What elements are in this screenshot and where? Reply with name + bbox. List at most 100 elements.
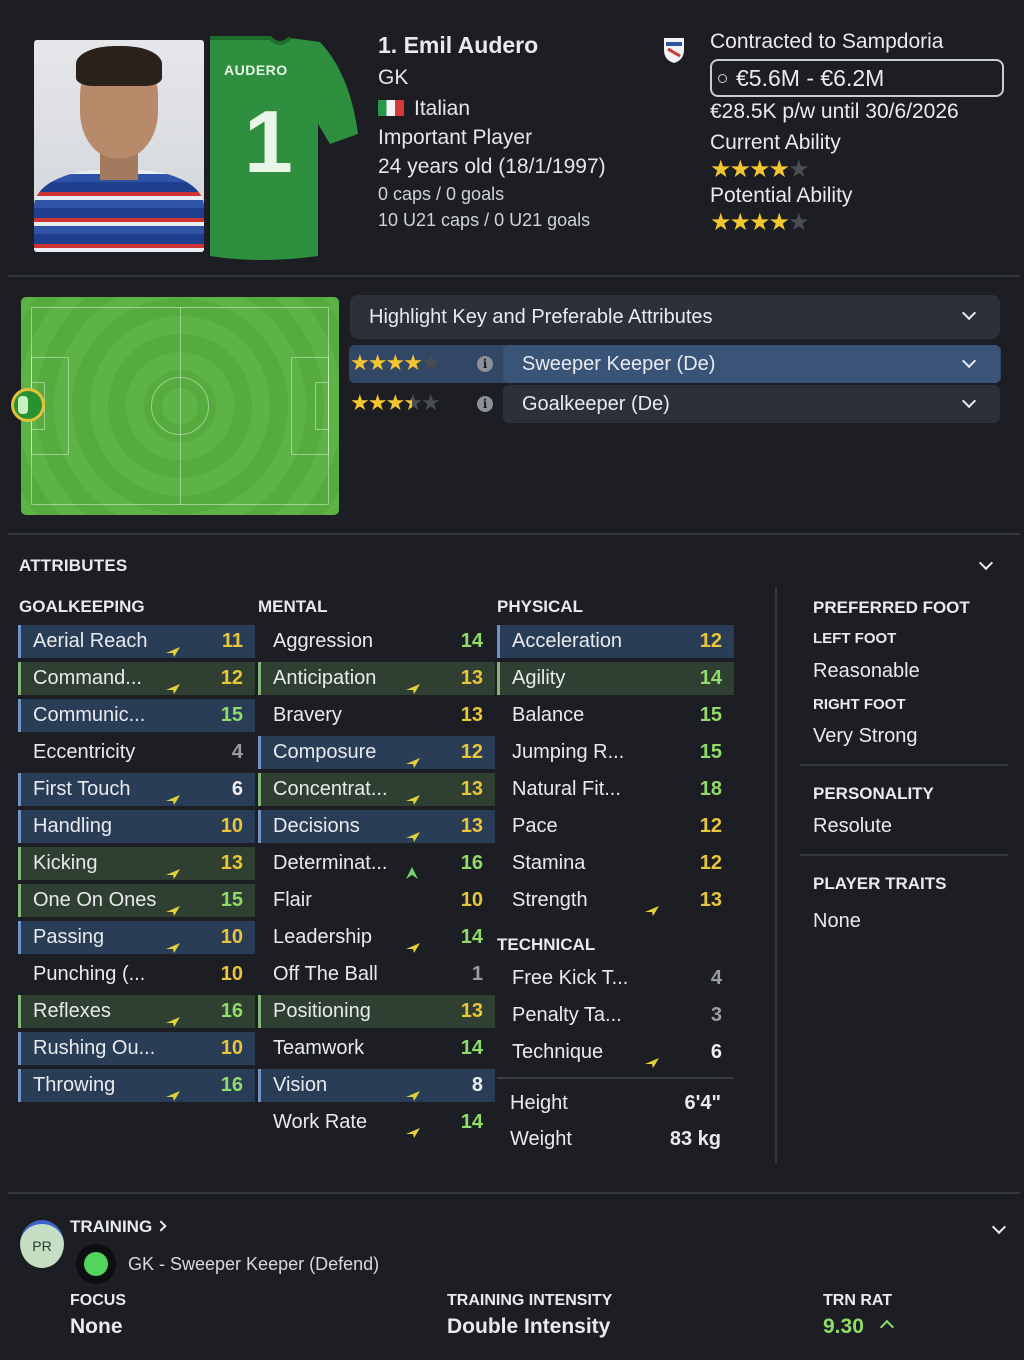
height-label: Height xyxy=(510,1092,568,1114)
attribute-value: 10 xyxy=(220,815,243,837)
attributes-title: ATTRIBUTES xyxy=(19,556,128,575)
attribute-row-physical[interactable]: Stamina 12 xyxy=(497,847,734,880)
attribute-row-technical[interactable]: Free Kick T... 4 xyxy=(497,962,734,995)
personality-title: PERSONALITY xyxy=(813,784,934,803)
attribute-name: Throwing xyxy=(33,1074,116,1096)
squad-status: Important Player xyxy=(378,126,533,149)
attribute-row-goalkeeping[interactable]: Eccentricity 4 xyxy=(18,736,255,769)
nationality[interactable]: Italian xyxy=(378,97,470,121)
nationality-label: Italian xyxy=(414,97,471,120)
attribute-row-goalkeeping[interactable]: Reflexes 16 xyxy=(18,995,255,1028)
arrow-up-right-icon xyxy=(644,895,659,916)
attribute-row-mental[interactable]: Composure 12 xyxy=(258,736,495,769)
attribute-row-goalkeeping[interactable]: Communic... 15 xyxy=(18,699,255,732)
attribute-value: 12 xyxy=(699,630,722,652)
empty-star-icon: ★ xyxy=(788,209,809,236)
attribute-name: One On Ones xyxy=(33,889,157,911)
jersey-number: 1 xyxy=(244,92,293,191)
attribute-row-goalkeeping[interactable]: Kicking 13 xyxy=(18,847,255,880)
italy-flag-icon xyxy=(378,100,404,116)
chevron-right-icon xyxy=(155,1220,167,1232)
arrow-up-right-icon xyxy=(165,784,180,805)
attribute-name: Bravery xyxy=(273,704,342,726)
attribute-value: 14 xyxy=(460,1037,483,1059)
attribute-row-physical[interactable]: Balance 15 xyxy=(497,699,734,732)
attribute-row-physical[interactable]: Natural Fit... 18 xyxy=(497,773,734,806)
player-name[interactable]: 1. Emil Audero xyxy=(378,32,538,59)
attribute-row-goalkeeping[interactable]: First Touch 6 xyxy=(18,773,255,806)
chevron-down-icon[interactable] xyxy=(991,1219,1007,1235)
attribute-row-physical[interactable]: Acceleration 12 xyxy=(497,625,734,658)
attribute-row-mental[interactable]: Bravery 13 xyxy=(258,699,495,732)
attribute-name: Natural Fit... xyxy=(512,778,621,800)
attribute-name: Punching (... xyxy=(33,963,146,985)
attribute-row-mental[interactable]: Determinat... 16 xyxy=(258,847,495,880)
contract-club[interactable]: Contracted to Sampdoria xyxy=(710,30,943,54)
attribute-row-goalkeeping[interactable]: Command... 12 xyxy=(18,662,255,695)
training-link[interactable]: TRAINING xyxy=(70,1217,167,1237)
attribute-value: 15 xyxy=(699,704,722,726)
attribute-row-physical[interactable]: Agility 14 xyxy=(497,662,734,695)
arrow-up-right-icon xyxy=(165,673,180,694)
attribute-row-goalkeeping[interactable]: Punching (... 10 xyxy=(18,958,255,991)
training-role[interactable]: GK - Sweeper Keeper (Defend) xyxy=(128,1254,379,1275)
value-range[interactable]: €5.6M - €6.2M xyxy=(710,59,1004,97)
attribute-name: Teamwork xyxy=(273,1037,365,1059)
attribute-name: Composure xyxy=(273,741,377,763)
attribute-row-goalkeeping[interactable]: Rushing Ou... 10 xyxy=(18,1032,255,1065)
attribute-row-goalkeeping[interactable]: Aerial Reach 11 xyxy=(18,625,255,658)
attribute-name: Leadership xyxy=(273,926,372,948)
player-photo xyxy=(34,40,204,252)
highlight-attributes-dropdown[interactable]: Highlight Key and Preferable Attributes xyxy=(350,295,1000,339)
star-icon: ★ xyxy=(749,156,770,183)
attribute-name: Decisions xyxy=(273,815,360,837)
attribute-row-technical[interactable]: Penalty Ta... 3 xyxy=(497,999,734,1032)
goalkeeper-position-marker[interactable] xyxy=(11,388,45,422)
attribute-row-physical[interactable]: Strength 13 xyxy=(497,884,734,917)
attribute-row-goalkeeping[interactable]: Handling 10 xyxy=(18,810,255,843)
physical-title: PHYSICAL xyxy=(497,597,583,616)
jersey-name: AUDERO xyxy=(224,62,288,78)
attribute-row-physical[interactable]: Pace 12 xyxy=(497,810,734,843)
attribute-row-goalkeeping[interactable]: Throwing 16 xyxy=(18,1069,255,1102)
attribute-row-mental[interactable]: Concentrat... 13 xyxy=(258,773,495,806)
attribute-value: 16 xyxy=(460,852,483,874)
attribute-value: 13 xyxy=(460,1000,483,1022)
role-name: Goalkeeper (De) xyxy=(522,393,670,415)
info-icon[interactable]: i xyxy=(477,396,493,412)
arrow-up-right-icon xyxy=(405,821,420,842)
player-traits-value: None xyxy=(813,910,861,932)
role-select-sweeper-keeper[interactable]: Sweeper Keeper (De) xyxy=(503,345,1000,383)
attribute-row-physical[interactable]: Jumping R... 15 xyxy=(497,736,734,769)
club-crest-icon[interactable] xyxy=(662,36,686,64)
intensity-value[interactable]: Double Intensity xyxy=(447,1315,610,1339)
attribute-row-mental[interactable]: Positioning 13 xyxy=(258,995,495,1028)
info-icon[interactable]: i xyxy=(477,356,493,372)
attribute-row-mental[interactable]: Decisions 13 xyxy=(258,810,495,843)
attribute-value: 16 xyxy=(220,1074,243,1096)
attribute-row-technical[interactable]: Technique 6 xyxy=(497,1036,734,1069)
attribute-row-mental[interactable]: Anticipation 13 xyxy=(258,662,495,695)
star-icon: ★ xyxy=(749,209,770,236)
attribute-row-goalkeeping[interactable]: One On Ones 15 xyxy=(18,884,255,917)
attribute-value: 10 xyxy=(460,889,483,911)
attribute-row-mental[interactable]: Off The Ball 1 xyxy=(258,958,495,991)
star-icon: ★ xyxy=(768,156,790,183)
personality-value: Resolute xyxy=(813,815,892,837)
attribute-row-goalkeeping[interactable]: Passing 10 xyxy=(18,921,255,954)
attribute-value: 15 xyxy=(699,741,722,763)
focus-value[interactable]: None xyxy=(70,1315,123,1339)
attribute-row-mental[interactable]: Vision 8 xyxy=(258,1069,495,1102)
attribute-row-mental[interactable]: Leadership 14 xyxy=(258,921,495,954)
attribute-row-mental[interactable]: Teamwork 14 xyxy=(258,1032,495,1065)
role-select-goalkeeper[interactable]: Goalkeeper (De) xyxy=(503,385,1000,423)
position-pitch[interactable] xyxy=(21,297,339,515)
attribute-name: Communic... xyxy=(33,704,146,726)
attribute-row-mental[interactable]: Aggression 14 xyxy=(258,625,495,658)
attribute-value: 12 xyxy=(460,741,483,763)
attribute-row-mental[interactable]: Flair 10 xyxy=(258,884,495,917)
chevron-down-icon[interactable] xyxy=(978,555,994,571)
pr-badge[interactable]: PR xyxy=(20,1220,64,1268)
attribute-row-mental[interactable]: Work Rate 14 xyxy=(258,1106,495,1139)
player-age: 24 years old (18/1/1997) xyxy=(378,155,606,178)
